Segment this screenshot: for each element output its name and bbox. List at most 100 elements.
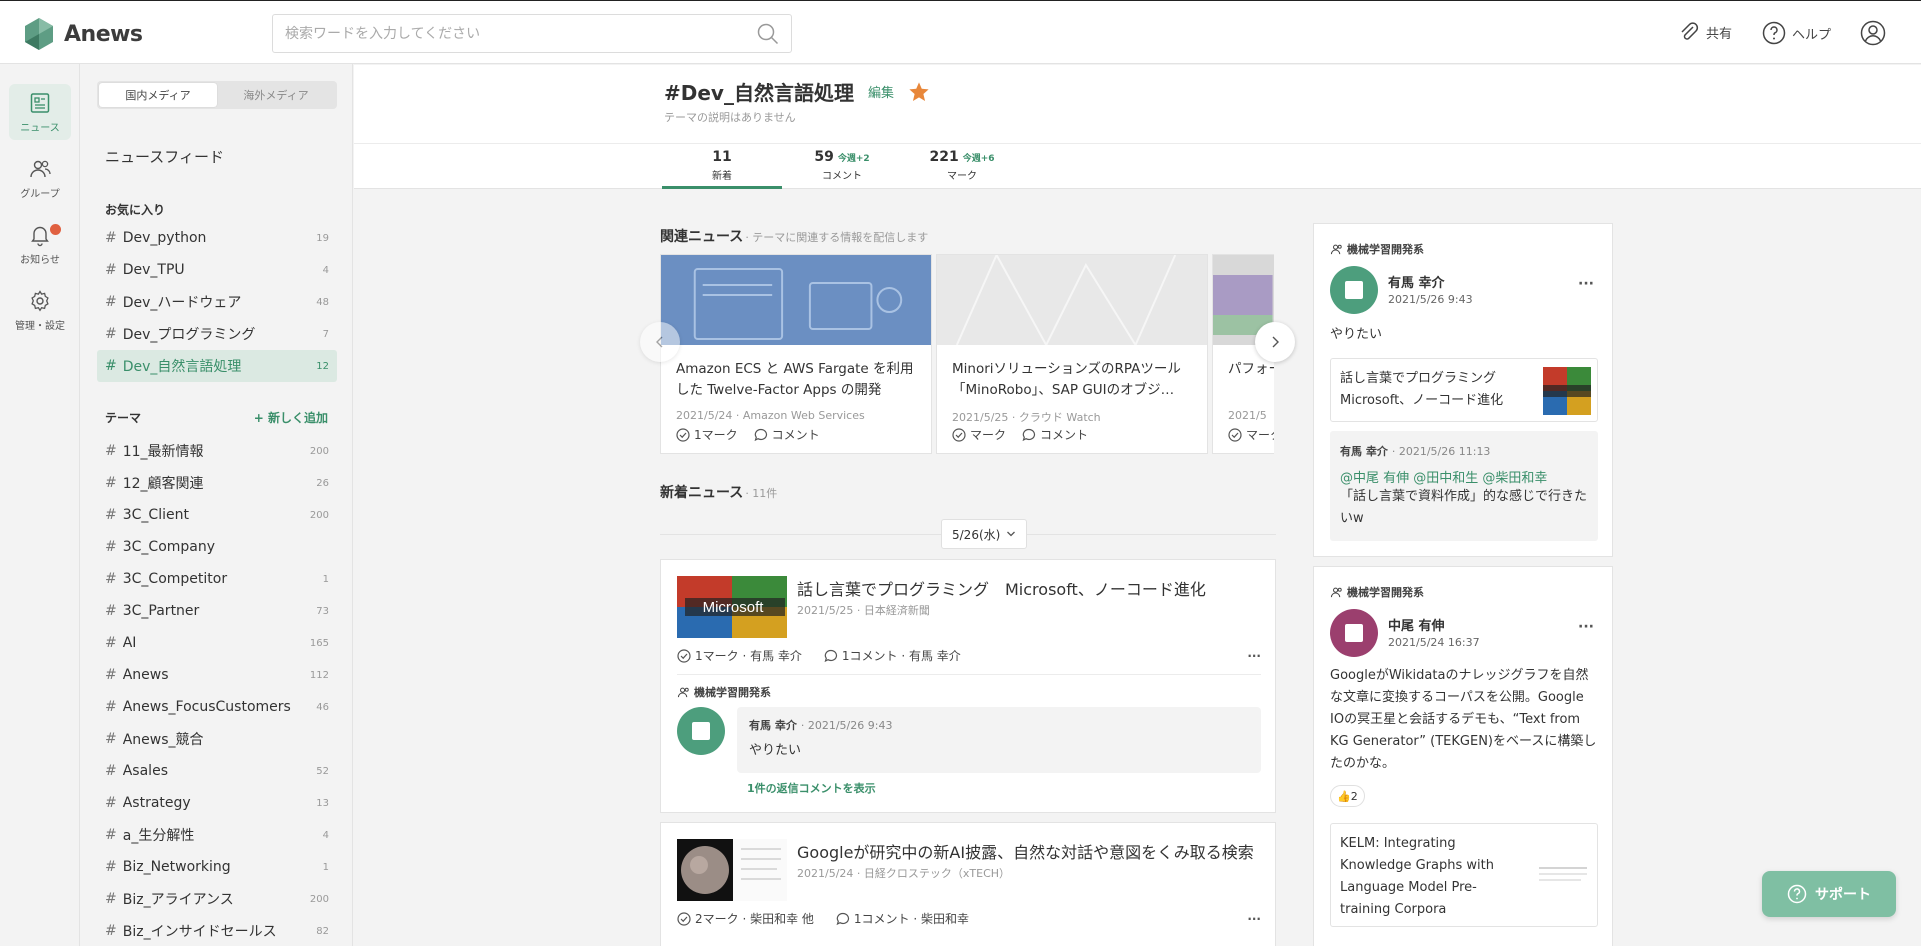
tab-marks[interactable]: 221 今週+6 マーク — [902, 149, 1022, 189]
page-title: #Dev_自然言語処理 — [664, 81, 854, 105]
carousel-prev-button[interactable] — [640, 322, 680, 362]
avatar[interactable] — [1330, 609, 1378, 657]
share-button[interactable]: 共有 — [1678, 21, 1732, 43]
article-thumbnail — [1535, 854, 1591, 894]
tab-new-articles[interactable]: 11 新着 — [662, 149, 782, 189]
linked-article[interactable]: 話し言葉でプログラミング Microsoft、ノーコード進化 — [1330, 358, 1598, 422]
theme-item[interactable]: # Biz_Networking 1 — [97, 851, 337, 883]
nav-group[interactable]: グループ — [9, 150, 71, 206]
theme-item[interactable]: # Biz_アライアンス 200 — [97, 883, 337, 915]
carousel-next-button[interactable] — [1255, 322, 1295, 362]
group-label[interactable]: 機械学習開発系 — [677, 684, 771, 700]
hash-icon: # — [105, 699, 117, 715]
theme-item[interactable]: #3C_Client 200 — [97, 499, 337, 531]
linked-article-title: KELM: Integrating Knowledge Graphs with … — [1340, 836, 1494, 917]
theme-item[interactable]: # Anews 112 — [97, 659, 337, 691]
theme-item[interactable]: #3C_Company — [97, 531, 337, 563]
group-label[interactable]: 機械学習開発系 — [1330, 241, 1424, 257]
news-title[interactable]: Googleが研究中の新AI披露、自然な対話や意図をくみ取る検索 — [797, 839, 1254, 863]
reply-text: 「話し言葉で資料作成」的な感じで行きたいw — [1340, 489, 1588, 526]
check-circle-icon — [676, 427, 690, 442]
app-logo[interactable]: Anews — [22, 17, 143, 51]
show-replies-link[interactable]: 1件の返信コメントを表示 — [747, 780, 876, 796]
header-divider — [354, 143, 1921, 144]
avatar[interactable] — [1330, 266, 1378, 314]
support-button[interactable]: サポート — [1762, 871, 1896, 917]
nav-settings[interactable]: 管理・設定 — [9, 282, 71, 338]
reply-mentions[interactable]: @中尾 有伸 @田中和生 @柴田和幸 — [1340, 467, 1588, 486]
mark-button[interactable]: マーク — [1228, 426, 1274, 443]
mark-button[interactable]: マーク — [952, 426, 1006, 443]
news-card: Microsoft 話し言葉でプログラミング Microsoft、ノーコード進化… — [660, 559, 1276, 813]
more-options-icon[interactable]: ··· — [1578, 276, 1594, 292]
favorite-item[interactable]: # Dev_ハードウェア 48 — [97, 286, 337, 318]
theme-item[interactable]: # Asales 52 — [97, 755, 337, 787]
article-thumbnail[interactable]: Microsoft — [677, 576, 787, 638]
favorite-item-active[interactable]: # Dev_自然言語処理 12 — [97, 350, 337, 382]
news-actions: 1マーク · 有馬 幸介 1コメント · 有馬 幸介 ··· — [677, 647, 1261, 664]
mark-button[interactable]: 1マーク · 有馬 幸介 — [677, 647, 802, 664]
tab-overseas-media[interactable]: 海外メディア — [217, 83, 335, 107]
nav-news-label: ニュース — [20, 122, 60, 134]
news-title[interactable]: 話し言葉でプログラミング Microsoft、ノーコード進化 — [797, 576, 1206, 600]
group-label[interactable]: 機械学習開発系 — [1330, 584, 1424, 600]
comment-text: やりたい — [749, 743, 802, 758]
star-icon[interactable] — [908, 81, 930, 103]
group-icon — [1330, 244, 1342, 254]
help-button[interactable]: ヘルプ — [1762, 21, 1831, 45]
date-filter-dropdown[interactable]: 5/26(水) — [941, 519, 1028, 549]
theme-item[interactable]: # Anews_競合 — [97, 723, 337, 755]
comment-button[interactable]: 1コメント · 柴田和幸 — [836, 910, 969, 927]
related-card[interactable]: MinoriソリューションズのRPAツール「MinoRobo」、SAP GUIの… — [936, 254, 1208, 454]
theme-item[interactable]: # AI 165 — [97, 627, 337, 659]
theme-item[interactable]: #3C_Competitor 1 — [97, 563, 337, 595]
search-icon[interactable] — [757, 23, 779, 45]
mark-button[interactable]: 2マーク · 柴田和幸 他 — [677, 910, 814, 927]
favorite-item[interactable]: # Dev_プログラミング 7 — [97, 318, 337, 350]
mark-button[interactable]: 1マーク — [676, 426, 738, 443]
author-name[interactable]: 中尾 有伸 — [1388, 615, 1445, 634]
theme-item[interactable]: # Biz_インサイドセールス 82 — [97, 915, 337, 946]
hash-icon: # — [105, 262, 117, 278]
edit-theme-link[interactable]: 編集 — [868, 82, 894, 101]
group-icon — [30, 160, 51, 177]
reaction-thumbs-up[interactable]: 👍2 — [1330, 785, 1365, 807]
comment-header: 有馬 幸介 · 2021/5/26 9:43 — [749, 719, 893, 732]
theme-item[interactable]: # Anews_FocusCustomers 46 — [97, 691, 337, 723]
comment-button[interactable]: コメント — [1022, 426, 1088, 443]
post-text: GoogleがWikidataのナレッジグラフを自然な文章に変換するコーパスを公… — [1330, 668, 1597, 771]
hash-icon: # — [105, 475, 117, 491]
avatar[interactable] — [677, 707, 725, 755]
related-actions: マーク — [1228, 426, 1274, 443]
more-options-icon[interactable]: ··· — [1247, 649, 1261, 663]
add-theme-button[interactable]: + 新しく追加 — [254, 409, 328, 426]
nav-news[interactable]: ニュース — [9, 84, 71, 140]
theme-item[interactable]: #12_顧客関連 26 — [97, 467, 337, 499]
related-actions: 1マーク コメント — [676, 426, 820, 443]
user-menu-button[interactable] — [1860, 20, 1886, 46]
tab-comments[interactable]: 59 今週+2 コメント — [782, 149, 902, 189]
theme-item[interactable]: # Astrategy 13 — [97, 787, 337, 819]
comment-button[interactable]: 1コメント · 有馬 幸介 — [824, 647, 961, 664]
tab-domestic-media[interactable]: 国内メディア — [99, 83, 217, 107]
theme-item[interactable]: # a_生分解性 4 — [97, 819, 337, 851]
theme-item[interactable]: #3C_Partner 73 — [97, 595, 337, 627]
author-name[interactable]: 有馬 幸介 — [1388, 272, 1445, 291]
hash-icon: # — [105, 731, 117, 747]
related-card[interactable]: Amazon ECS と AWS Fargate を利用した Twelve-Fa… — [660, 254, 932, 454]
more-options-icon[interactable]: ··· — [1578, 619, 1594, 635]
comment-button[interactable]: コメント — [754, 426, 820, 443]
more-options-icon[interactable]: ··· — [1247, 912, 1261, 926]
theme-item[interactable]: #11_最新情報 200 — [97, 435, 337, 467]
related-title: MinoriソリューションズのRPAツール「MinoRobo」、SAP GUIの… — [952, 361, 1181, 398]
article-thumbnail[interactable] — [677, 839, 787, 901]
linked-article[interactable]: KELM: Integrating Knowledge Graphs with … — [1330, 823, 1598, 927]
favorite-item[interactable]: # Dev_TPU 4 — [97, 254, 337, 286]
theme-title-row: #Dev_自然言語処理 編集 — [664, 77, 930, 106]
favorite-item[interactable]: # Dev_python 19 — [97, 222, 337, 254]
search-input[interactable] — [273, 15, 733, 52]
nav-notifications[interactable]: お知らせ — [9, 216, 71, 272]
newsfeed-link[interactable]: ニュースフィード — [105, 146, 224, 167]
hash-icon: # — [105, 859, 117, 875]
hash-icon: # — [105, 923, 117, 939]
